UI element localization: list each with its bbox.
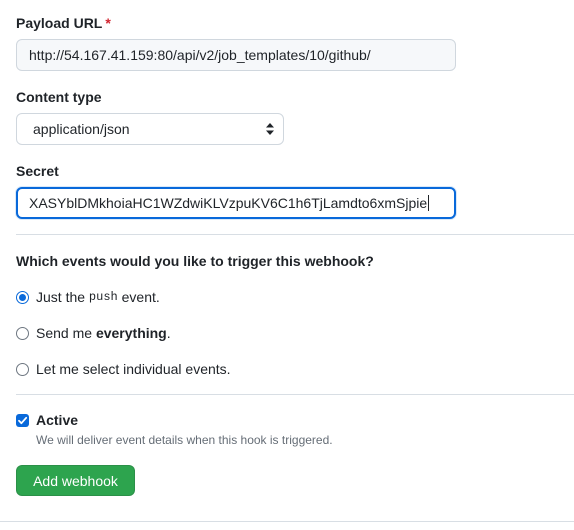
push-code: push bbox=[88, 290, 118, 304]
text-caret bbox=[428, 195, 430, 211]
secret-input[interactable]: XASYblDMkhoiaHC1WZdwiKLVzpuKV6C1h6TjLamd… bbox=[16, 187, 456, 219]
bottom-border bbox=[0, 521, 574, 522]
check-icon bbox=[18, 416, 28, 425]
payload-url-label: Payload URL * bbox=[16, 15, 111, 31]
event-option-everything[interactable]: Send me everything. bbox=[16, 324, 171, 342]
event-option-push-suffix: event. bbox=[117, 289, 160, 305]
webhook-form: Payload URL * http://54.167.41.159:80/api… bbox=[0, 0, 574, 530]
everything-strong: everything bbox=[95, 325, 167, 341]
active-checkbox[interactable] bbox=[16, 414, 29, 427]
event-option-individual[interactable]: Let me select individual events. bbox=[16, 360, 231, 378]
payload-url-input[interactable]: http://54.167.41.159:80/api/v2/job_templ… bbox=[16, 39, 456, 71]
radio-button-checked[interactable] bbox=[16, 290, 29, 304]
events-heading: Which events would you like to trigger t… bbox=[16, 253, 374, 269]
event-option-individual-text: Let me select individual events. bbox=[36, 361, 231, 377]
active-note: We will deliver event details when this … bbox=[36, 433, 333, 447]
section-divider bbox=[16, 394, 574, 395]
radio-button[interactable] bbox=[16, 362, 29, 376]
active-label: Active bbox=[36, 412, 79, 428]
required-mark: * bbox=[105, 15, 111, 31]
secret-label: Secret bbox=[16, 163, 59, 179]
payload-url-label-text: Payload URL bbox=[16, 15, 103, 31]
content-type-label: Content type bbox=[16, 89, 102, 105]
up-down-arrows-icon bbox=[266, 123, 274, 135]
event-option-everything-suffix: . bbox=[166, 325, 171, 341]
radio-button[interactable] bbox=[16, 326, 29, 340]
event-option-everything-prefix: Send me bbox=[36, 325, 96, 341]
event-option-push-prefix: Just the bbox=[36, 289, 89, 305]
content-type-select[interactable]: application/json bbox=[16, 113, 284, 145]
content-type-selected-value: application/json bbox=[33, 121, 130, 137]
secret-value: XASYblDMkhoiaHC1WZdwiKLVzpuKV6C1h6TjLamd… bbox=[29, 195, 428, 211]
event-option-push[interactable]: Just the push event. bbox=[16, 288, 160, 306]
section-divider bbox=[16, 234, 574, 235]
add-webhook-button[interactable]: Add webhook bbox=[16, 465, 135, 496]
